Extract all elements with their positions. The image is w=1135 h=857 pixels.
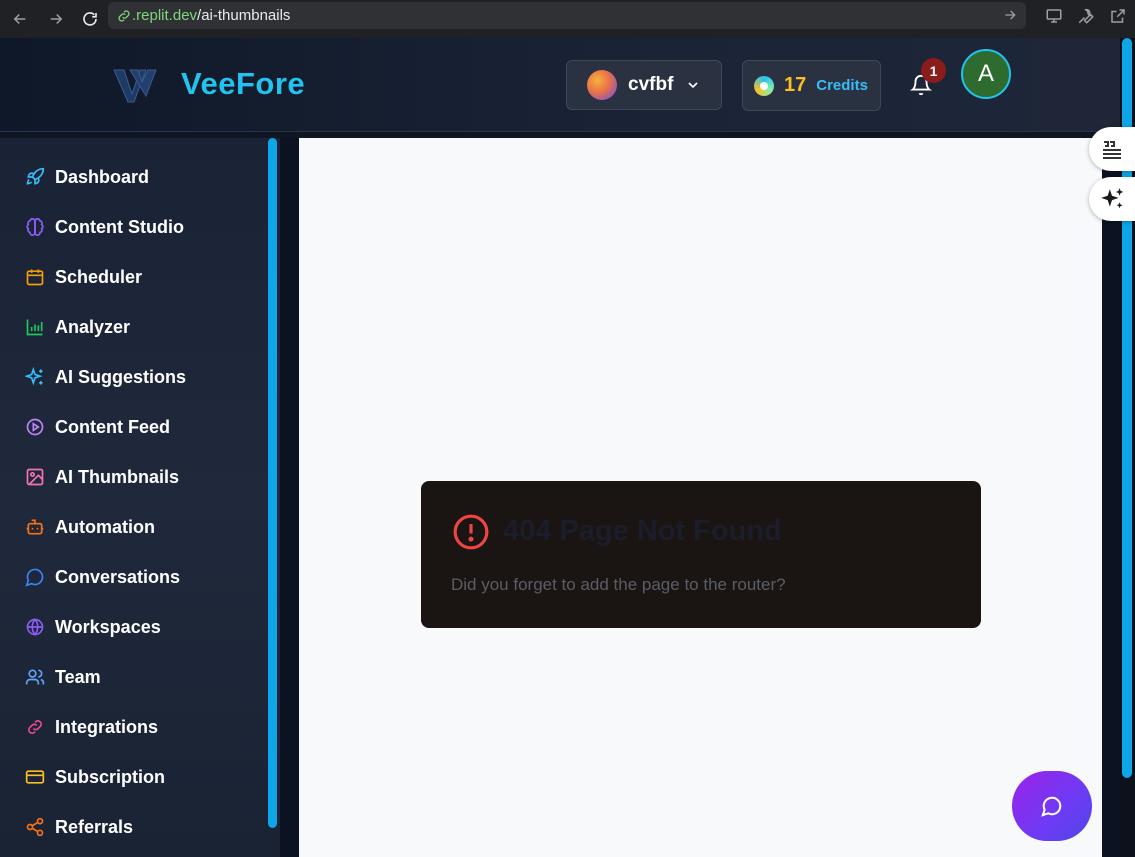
sidebar-item-team[interactable]: Team — [24, 662, 101, 692]
credits-value: 17 — [784, 74, 807, 96]
sidebar-item-label: Scheduler — [55, 266, 143, 287]
message-circle-icon — [24, 566, 46, 588]
address-bar[interactable]: .replit.dev/ai-thumbnails — [108, 2, 1026, 29]
quote-lines-icon — [1103, 141, 1121, 159]
credits-coin-icon — [754, 75, 774, 96]
reload-icon[interactable] — [76, 5, 104, 33]
veefore-logo-icon — [113, 69, 157, 103]
text-panel-button[interactable] — [1089, 127, 1135, 171]
sidebar: Dashboard Content Studio Scheduler Analy… — [0, 138, 280, 857]
workspace-name: cvfbf — [628, 74, 674, 95]
forward-arrow-icon[interactable] — [42, 5, 70, 33]
sidebar-item-ai-suggestions[interactable]: AI Suggestions — [24, 362, 186, 392]
app-header: VeeFore cvfbf 17 Credits 1 A — [0, 38, 1120, 132]
credits-button[interactable]: 17 Credits — [742, 60, 881, 111]
play-circle-icon — [24, 416, 46, 438]
sidebar-item-workspaces[interactable]: Workspaces — [24, 612, 161, 642]
sidebar-item-content-studio[interactable]: Content Studio — [24, 212, 184, 242]
bar-chart-icon — [24, 316, 46, 338]
sidebar-item-ai-thumbnails[interactable]: AI Thumbnails — [24, 462, 179, 492]
sidebar-item-conversations[interactable]: Conversations — [24, 562, 180, 592]
sidebar-item-label: Content Studio — [55, 216, 184, 237]
user-avatar[interactable]: A — [961, 49, 1011, 99]
sidebar-item-label: Subscription — [55, 766, 166, 787]
chat-button[interactable] — [1012, 771, 1092, 841]
share-icon — [24, 816, 46, 838]
sidebar-item-label: AI Suggestions — [55, 366, 187, 387]
browser-toolbar: .replit.dev/ai-thumbnails — [0, 0, 1135, 38]
sidebar-item-label: Integrations — [55, 716, 159, 737]
error-message: Did you forget to add the page to the ro… — [451, 575, 786, 594]
error-title: 404 Page Not Found — [503, 515, 782, 547]
sidebar-scrollbar[interactable] — [268, 138, 277, 828]
error-card: 404 Page Not Found Did you forget to add… — [421, 481, 981, 628]
workspace-switcher[interactable]: cvfbf — [566, 60, 722, 110]
sidebar-item-label: Conversations — [55, 566, 181, 587]
sidebar-item-label: Dashboard — [55, 166, 150, 187]
bot-icon — [24, 516, 46, 538]
ai-assist-button[interactable] — [1089, 177, 1135, 221]
sidebar-item-analyzer[interactable]: Analyzer — [24, 312, 130, 342]
credits-label: Credits — [816, 77, 868, 94]
sidebar-item-subscription[interactable]: Subscription — [24, 762, 165, 792]
sidebar-item-label: Content Feed — [55, 416, 170, 437]
main-content: 404 Page Not Found Did you forget to add… — [299, 138, 1102, 857]
link-security-icon — [118, 9, 130, 22]
rocket-icon — [24, 166, 46, 188]
users-icon — [24, 666, 46, 688]
sidebar-item-dashboard[interactable]: Dashboard — [24, 162, 149, 192]
alert-circle-icon — [453, 514, 489, 550]
main-right-gutter — [1102, 138, 1120, 857]
sidebar-item-automation[interactable]: Automation — [24, 512, 155, 542]
sidebar-item-label: Team — [55, 666, 101, 687]
sidebar-item-content-feed[interactable]: Content Feed — [24, 412, 170, 442]
sparkles-icon — [24, 366, 46, 388]
brain-icon — [24, 216, 46, 238]
sidebar-item-label: Workspaces — [55, 616, 161, 637]
chevron-down-icon — [688, 82, 698, 89]
chat-bubble-icon — [1041, 796, 1062, 817]
wrench-icon[interactable] — [1075, 5, 1097, 27]
globe-icon — [24, 616, 46, 638]
sidebar-item-referrals[interactable]: Referrals — [24, 812, 133, 842]
workspace-avatar — [587, 70, 617, 100]
back-arrow-icon[interactable] — [6, 5, 34, 33]
sidebar-item-integrations[interactable]: Integrations — [24, 712, 158, 742]
go-arrow-icon[interactable] — [1002, 7, 1018, 27]
external-link-icon[interactable] — [1107, 5, 1129, 27]
sidebar-item-label: Automation — [55, 516, 155, 537]
sidebar-item-scheduler[interactable]: Scheduler — [24, 262, 142, 292]
credit-card-icon — [24, 766, 46, 788]
logo-text: VeeFore — [181, 66, 306, 101]
url-path: /ai-thumbnails — [197, 7, 291, 24]
sidebar-item-label: AI Thumbnails — [55, 466, 180, 487]
calendar-icon — [24, 266, 46, 288]
monitor-icon[interactable] — [1043, 5, 1065, 27]
image-icon — [24, 466, 46, 488]
sparkle-icon — [1101, 188, 1124, 209]
sidebar-item-label: Analyzer — [55, 316, 131, 337]
sidebar-gutter — [280, 138, 299, 857]
link-icon — [24, 716, 46, 738]
sidebar-item-label: Referrals — [55, 816, 134, 837]
notification-badge: 1 — [921, 58, 946, 83]
url-host: .replit.dev — [132, 7, 198, 24]
